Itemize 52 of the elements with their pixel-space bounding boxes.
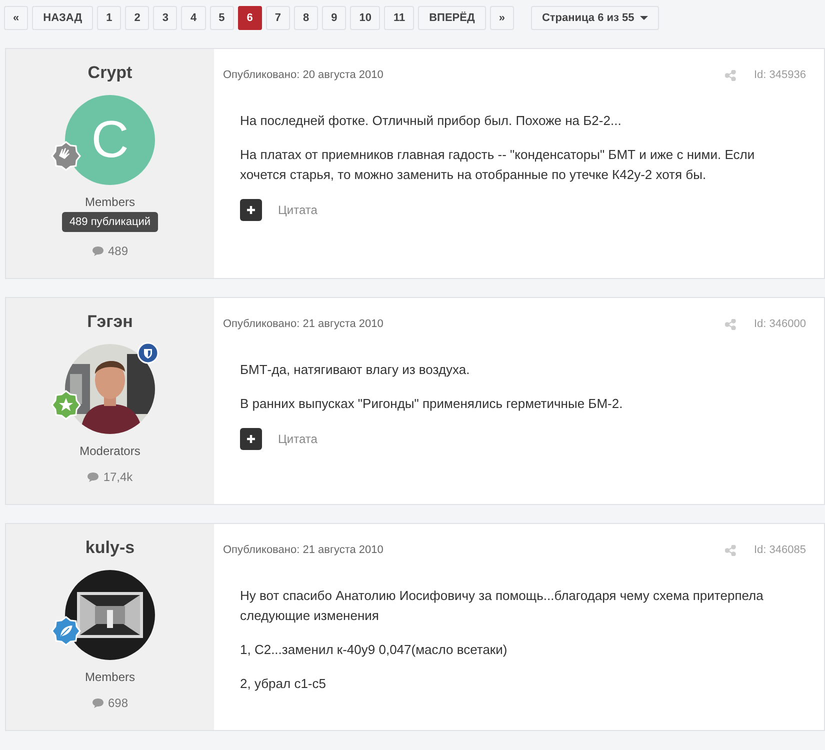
post-date: Опубликовано: 21 августа 2010	[223, 544, 384, 556]
post-count: 17,4k	[103, 470, 133, 484]
comment-icon	[87, 472, 100, 482]
plus-icon	[246, 434, 256, 444]
comment-icon	[92, 698, 104, 708]
author-name[interactable]: Гэгэн	[87, 312, 133, 332]
page-button[interactable]: 6	[238, 6, 262, 30]
post-id: Id: 346085	[754, 544, 806, 556]
add-quote-button[interactable]	[240, 199, 262, 221]
comment-icon	[92, 246, 104, 256]
member-group: Members	[84, 670, 135, 684]
next-page-button[interactable]: ВПЕРЁД	[418, 6, 486, 30]
post-paragraph: На последней фотке. Отличный прибор был. Похоже на Б2-2...	[240, 112, 622, 130]
share-icon[interactable]	[725, 70, 736, 80]
post-date: Опубликовано: 21 августа 2010	[223, 318, 384, 330]
quote-link[interactable]: Цитата	[278, 203, 318, 217]
post-paragraph: 2, убрал с1-с5	[240, 675, 327, 693]
share-icon[interactable]	[725, 544, 736, 556]
page-button[interactable]: 9	[322, 6, 346, 30]
post-paragraph: В ранних выпусках "Ригонды" применялись герметичные БМ-2.	[240, 395, 624, 413]
post-count: 698	[108, 696, 128, 710]
author-name[interactable]: kuly-s	[85, 538, 135, 558]
page-button[interactable]: 2	[125, 6, 150, 30]
page-button[interactable]: 1	[97, 6, 122, 30]
page-button[interactable]: 10	[350, 6, 380, 30]
post-count: 489	[108, 244, 128, 258]
page-button[interactable]: 4	[181, 6, 206, 30]
plus-icon	[246, 205, 256, 215]
member-group: Members	[84, 195, 135, 209]
first-page-button[interactable]: «	[4, 6, 28, 30]
previous-page-button[interactable]: НАЗАД	[32, 6, 94, 30]
member-group: Moderators	[80, 444, 140, 458]
post-paragraph: На платах от приемников главная гадость -- "конденсаторы" БМТ и иже с ними. Если хочется старья, то можно заменить на отобранные по утечке К42у-2 хотя бы.	[240, 146, 756, 184]
caret-icon	[640, 16, 648, 20]
page-button[interactable]: 8	[294, 6, 318, 30]
post-id: Id: 346000	[754, 318, 806, 330]
post-date: Опубликовано: 20 августа 2010	[223, 69, 384, 81]
tooltip: 489 публикаций	[62, 212, 158, 232]
post-paragraph: БМТ-да, натягивают влагу из воздуха.	[240, 361, 471, 379]
page-button[interactable]: 7	[266, 6, 290, 30]
page-button[interactable]: 5	[210, 6, 234, 30]
page-select-dropdown[interactable]: Страница 6 из 55	[530, 6, 660, 30]
add-quote-button[interactable]	[240, 428, 262, 450]
share-icon[interactable]	[725, 318, 736, 330]
post-paragraph: 1, C2...заменил к-40у9 0,047(масло всетаки)	[240, 641, 508, 659]
post-paragraph: Ну вот спасибо Анатолию Иосифовичу за помощь...благодаря чему схема притерпела следующие изменения	[240, 587, 764, 625]
page-button[interactable]: 11	[384, 6, 414, 30]
page-button[interactable]: 3	[153, 6, 178, 30]
author-name[interactable]: Crypt	[88, 63, 132, 83]
post-id: Id: 345936	[754, 69, 806, 81]
last-page-button[interactable]: »	[490, 6, 514, 30]
quote-link[interactable]: Цитата	[278, 432, 318, 446]
